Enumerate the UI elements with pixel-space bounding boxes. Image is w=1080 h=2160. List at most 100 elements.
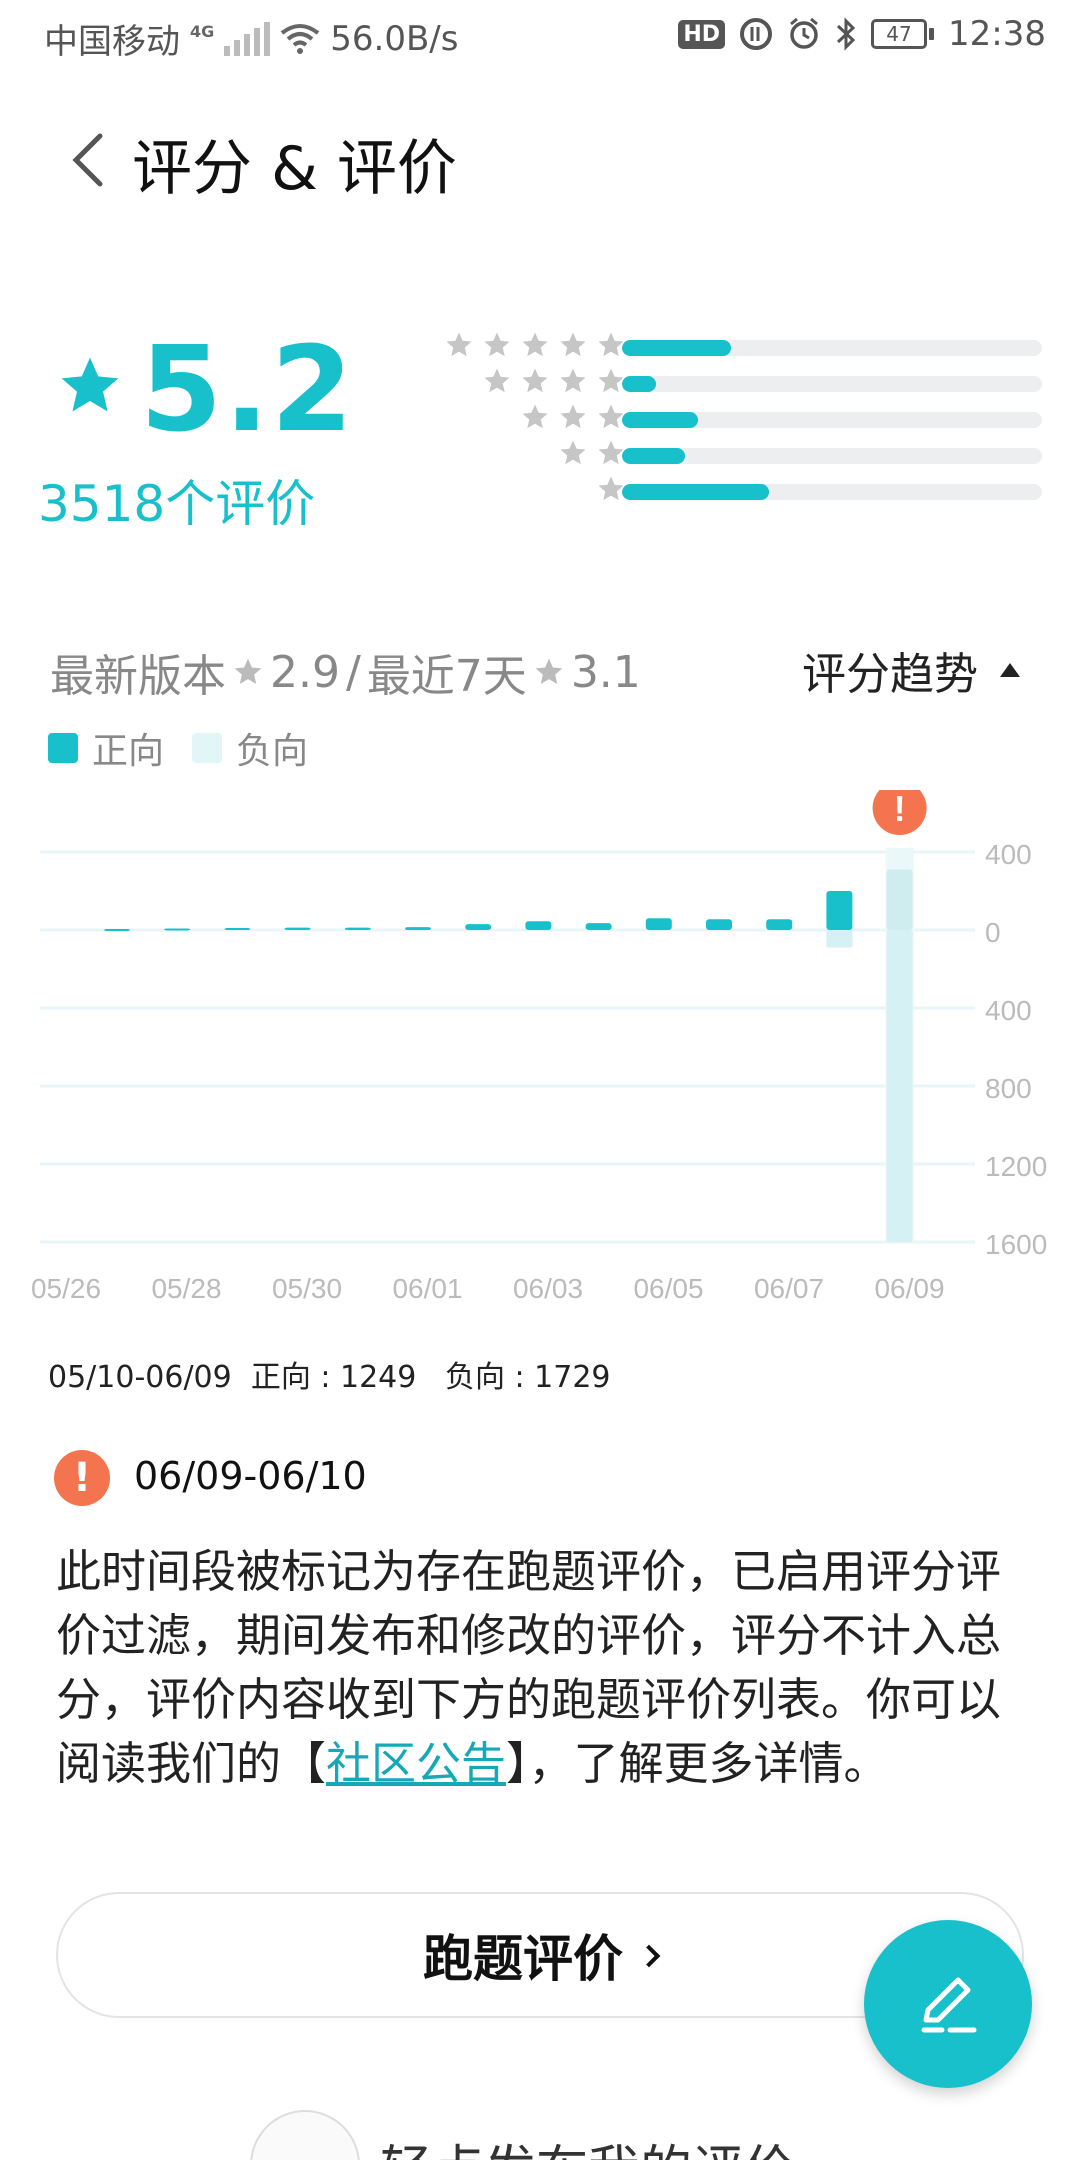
trend-label: 评分趋势	[802, 649, 978, 700]
positive-bar	[224, 928, 251, 931]
small-star-icon	[484, 332, 510, 357]
star-icon	[234, 658, 262, 684]
rating-trend-toggle[interactable]: 评分趋势	[802, 638, 1020, 702]
small-star-icon	[522, 404, 548, 429]
legend-positive: 正向	[92, 731, 165, 772]
status-bar: 中国移动 4G 56.0B/s HD 47 12:38	[0, 0, 1080, 76]
small-star-icon	[560, 404, 586, 429]
alarm-icon	[790, 17, 818, 49]
recent-score: 3.1	[570, 646, 641, 698]
page-title: 评分 & 评价	[132, 134, 457, 204]
y-tick-label: 1200	[985, 1151, 1047, 1182]
compose-prompt[interactable]: 轻点发布我的评价	[250, 2110, 796, 2160]
y-tick-label: 1600	[985, 1229, 1047, 1260]
negative-bar	[826, 930, 853, 948]
negative-bar	[886, 930, 913, 1242]
small-star-icon	[522, 332, 548, 357]
distribution-fill	[622, 448, 685, 464]
back-arrow-icon[interactable]	[60, 130, 120, 190]
data-saver-icon	[740, 18, 773, 50]
legend-negative: 负向	[236, 731, 309, 772]
summary-negative: 负向 : 1729	[444, 1360, 611, 1395]
distribution-row	[400, 474, 1050, 510]
small-star-icon	[484, 368, 510, 393]
bluetooth-icon	[836, 17, 856, 51]
write-review-button[interactable]	[864, 1920, 1032, 2088]
page-header: 评分 & 评价	[0, 110, 1080, 210]
x-tick-label: 06/01	[392, 1273, 462, 1304]
x-tick-label: 06/03	[513, 1273, 583, 1304]
caret-up-icon	[1000, 663, 1020, 677]
positive-bar	[525, 921, 552, 930]
recent-label: 最近7天	[366, 651, 527, 702]
wifi-icon	[281, 23, 320, 54]
star-group	[558, 438, 626, 468]
avatar	[250, 2110, 360, 2160]
positive-bar	[826, 891, 853, 930]
average-score: 5.2	[140, 320, 356, 458]
x-tick-label: 05/26	[31, 1273, 101, 1304]
positive-bar	[405, 927, 431, 930]
hd-icon: HD	[678, 19, 726, 49]
star-icon	[535, 658, 563, 684]
community-notice-link[interactable]: 社区公告	[326, 1737, 506, 1790]
small-star-icon	[446, 332, 472, 357]
flag-warning-mark: !	[894, 790, 906, 829]
chart-legend: 正向 负向	[48, 722, 308, 774]
pen-icon	[921, 1977, 977, 2033]
distribution-fill	[622, 484, 769, 500]
positive-bar	[164, 928, 191, 931]
small-star-icon	[522, 368, 548, 393]
distribution-fill	[622, 412, 698, 428]
summary-range: 05/10-06/09	[48, 1360, 232, 1395]
distribution-row	[400, 330, 1050, 366]
star-group	[444, 330, 626, 360]
notice-body-after: 】，了解更多详情。	[506, 1737, 889, 1790]
carrier-name: 中国移动	[44, 22, 180, 62]
positive-bar	[465, 924, 492, 930]
negative-swatch	[192, 733, 223, 763]
version-rating-line: 最新版本 2.9 / 最近7天 3.1	[50, 640, 641, 704]
positive-bar	[284, 927, 311, 930]
distribution-track	[622, 376, 1042, 392]
battery-icon: 47	[871, 19, 935, 49]
x-tick-label: 06/07	[754, 1273, 824, 1304]
separator: /	[345, 646, 361, 698]
signal-icon	[224, 21, 271, 56]
positive-bar	[706, 919, 732, 930]
notice-text: 此时间段被标记为存在跑题评价，已启用评分评价过滤，期间发布和修改的评价，评分不计…	[56, 1540, 1016, 1796]
clock: 12:38	[948, 14, 1046, 54]
x-tick-label: 06/09	[874, 1273, 944, 1304]
distribution-row	[400, 366, 1050, 402]
y-tick-label: 400	[985, 839, 1032, 870]
distribution-row	[400, 438, 1050, 474]
positive-bar	[645, 918, 672, 930]
positive-bar	[766, 919, 793, 930]
distribution-fill	[622, 376, 656, 392]
y-tick-label: 400	[985, 995, 1032, 1026]
off-topic-label: 跑题评价	[423, 1930, 623, 1988]
small-star-icon	[560, 332, 586, 357]
latest-version-label: 最新版本	[50, 651, 226, 702]
small-star-icon	[560, 368, 586, 393]
star-group	[520, 402, 626, 432]
compose-text: 轻点发布我的评价	[380, 2128, 796, 2160]
x-tick-label: 05/28	[151, 1273, 221, 1304]
y-tick-label: 0	[985, 917, 1001, 948]
review-count: 3518个评价	[38, 475, 316, 533]
rating-trend-chart: 400 0 400 800 1200 1600! 05/26 05/28 05/30 06/01 0…	[31, 790, 1047, 1304]
network-type: 4G	[190, 22, 215, 41]
y-tick-label: 800	[985, 1073, 1032, 1104]
distribution-track	[622, 340, 1042, 356]
distribution-track	[622, 448, 1042, 464]
star-group	[482, 366, 626, 396]
positive-bar	[344, 927, 371, 930]
positive-bar	[585, 923, 612, 930]
notice-date-range: 06/09-06/10	[134, 1454, 367, 1498]
positive-bar	[886, 869, 913, 930]
rating-star-icon	[61, 357, 119, 412]
chevron-right-icon	[637, 1944, 661, 1968]
summary-positive: 正向 : 1249	[250, 1360, 417, 1395]
network-speed: 56.0B/s	[330, 18, 459, 59]
positive-swatch	[48, 733, 78, 763]
